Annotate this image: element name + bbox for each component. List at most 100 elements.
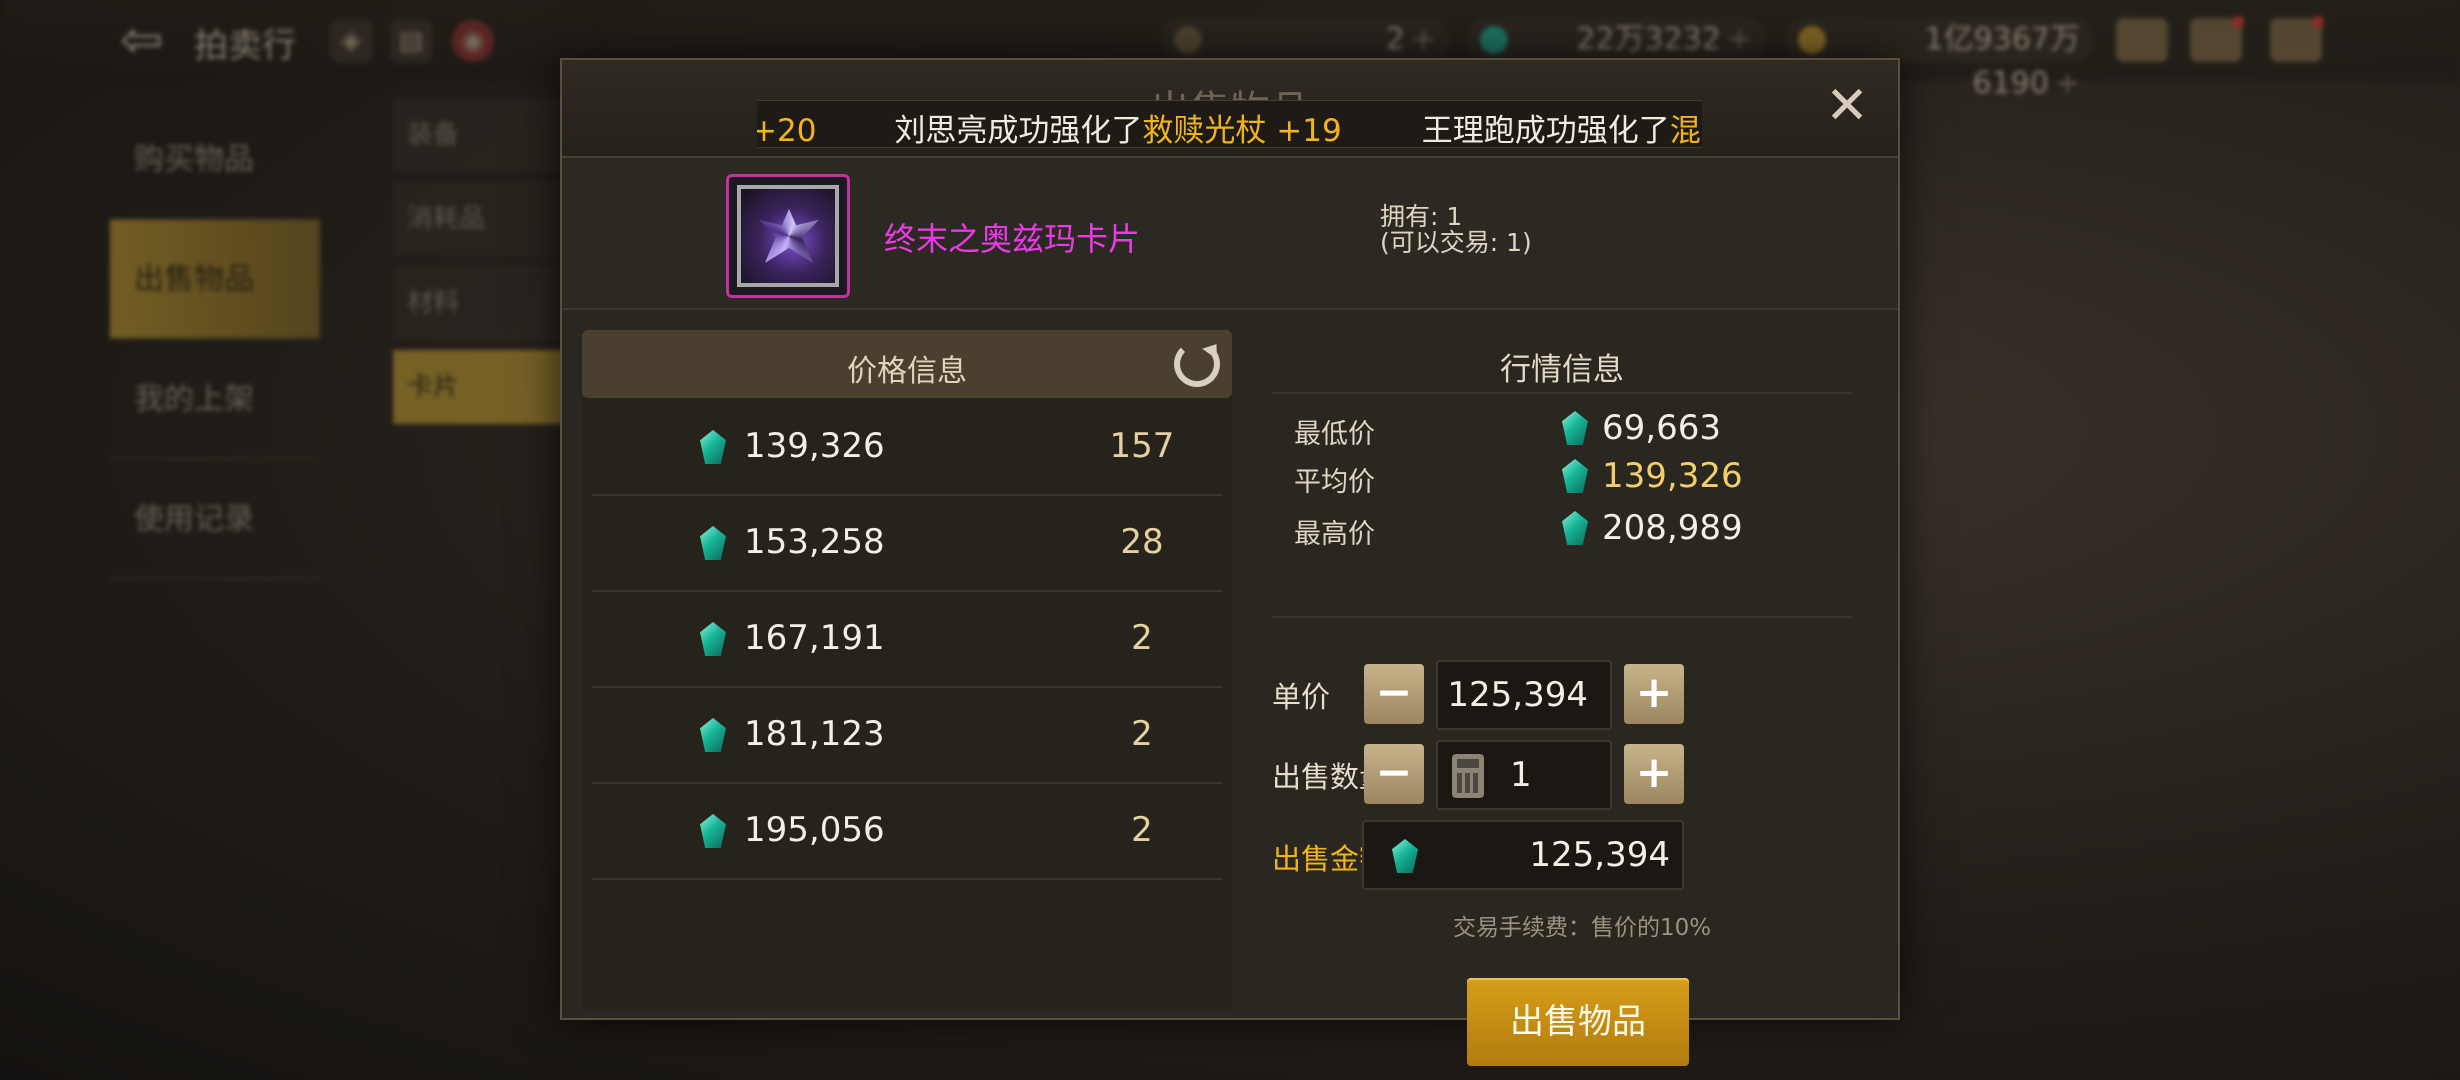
unit-price-increase-button[interactable]: + — [1624, 664, 1684, 724]
bag-icon[interactable] — [2116, 18, 2168, 62]
refresh-icon[interactable] — [1174, 341, 1220, 387]
badge-icon[interactable]: ◉ — [452, 20, 494, 62]
item-card-thumbnail[interactable] — [726, 174, 850, 298]
item-summary: 终末之奥兹玛卡片 拥有: 1 (可以交易: 1) — [562, 160, 1898, 310]
market-avg-label: 平均价 — [1294, 467, 1375, 498]
market-min-row: 最低价 69,663 — [1272, 404, 1852, 452]
market-avg-value: 139,326 — [1602, 456, 1743, 496]
listing-price: 167,191 — [744, 618, 885, 658]
currency-gold-plus[interactable]: + — [2055, 66, 2080, 101]
moon-coin-icon — [1174, 26, 1202, 54]
gem-icon — [700, 814, 726, 848]
ticker-msg1-text: 刘思亮成功强化了 — [894, 113, 1143, 148]
market-min-label: 最低价 — [1294, 419, 1375, 450]
currency-gem-plus[interactable]: + — [1727, 22, 1752, 57]
price-row[interactable]: 153,258 28 — [592, 496, 1222, 592]
ticker-msg2-item: 混沌 — [1669, 113, 1702, 148]
ticker-msg1-item: 救赎光杖 +19 — [1142, 113, 1342, 148]
dialog-header: 出售物品 +20刘思亮成功强化了救赎光杖 +19王理跑成功强化了混沌 ✕ — [562, 60, 1898, 158]
ticker-lead: +20 — [757, 113, 817, 148]
currency-gold[interactable]: 1亿9367万6190 + — [1784, 18, 2094, 101]
item-ownership: 拥有: 1 (可以交易: 1) — [1380, 204, 1532, 256]
price-row[interactable]: 181,123 2 — [592, 688, 1222, 784]
currency-moon-value: 2 — [1385, 22, 1405, 57]
sidebar-item-history[interactable]: 使用记录 — [110, 460, 320, 580]
listing-count: 2 — [1131, 810, 1153, 850]
listing-count: 157 — [1109, 426, 1175, 466]
unit-price-label: 单价 — [1272, 680, 1331, 714]
price-list: 139,326 157 153,258 28 167,191 2 181,123… — [592, 400, 1222, 880]
gem-icon — [700, 718, 726, 752]
listing-price: 139,326 — [744, 426, 885, 466]
sidebar: 购买物品 出售物品 我的上架 使用记录 — [110, 100, 320, 580]
ticker-text: +20 刘思亮成功强化了救赎光杖 +19 王理跑成功强化了混沌 — [757, 105, 1702, 148]
market-info-header: 行情信息 — [1272, 330, 1852, 394]
notification-dot — [2232, 16, 2244, 28]
close-icon[interactable]: ✕ — [1824, 80, 1870, 132]
broadcast-ticker: +20 刘思亮成功强化了救赎光杖 +19 王理跑成功强化了混沌 — [757, 100, 1702, 148]
calculator-icon[interactable] — [1452, 754, 1484, 798]
back-arrow-icon[interactable]: ⇦ — [120, 12, 176, 68]
total-amount-box: 125,394 — [1362, 820, 1684, 890]
ticker-msg2-text: 王理跑成功强化了 — [1421, 113, 1670, 148]
gold-coin-icon — [1798, 26, 1826, 54]
listing-count: 2 — [1131, 714, 1153, 754]
price-info-panel: 价格信息 139,326 157 153,258 28 167,191 2 18… — [582, 330, 1232, 1010]
listing-price: 181,123 — [744, 714, 885, 754]
unit-price-decrease-button[interactable]: − — [1364, 664, 1424, 724]
category-nav: 装备 消耗品 材料 卡片 — [393, 98, 573, 434]
notification-dot — [2312, 16, 2324, 28]
listing-price: 195,056 — [744, 810, 885, 850]
gem-icon — [1392, 839, 1418, 873]
gem-icon — [1562, 511, 1588, 545]
market-max-label: 最高价 — [1294, 519, 1375, 550]
sidebar-item-buy[interactable]: 购买物品 — [110, 100, 320, 220]
unit-price-input[interactable]: 125,394 — [1436, 660, 1612, 730]
listing-price: 153,258 — [744, 522, 885, 562]
currency-moon-plus[interactable]: + — [1411, 22, 1436, 57]
currency-gem[interactable]: 22万3232 + — [1466, 18, 1766, 62]
tradable-count: (可以交易: 1) — [1380, 228, 1532, 257]
unit-price-value: 125,394 — [1447, 675, 1588, 715]
gem-icon — [700, 430, 726, 464]
quantity-input[interactable]: 1 — [1436, 740, 1612, 810]
sell-item-button[interactable]: 出售物品 — [1467, 978, 1689, 1066]
item-name: 终末之奥兹玛卡片 — [884, 220, 1141, 258]
total-amount-value: 125,394 — [1529, 835, 1670, 875]
listing-count: 2 — [1131, 618, 1153, 658]
mail-icon[interactable] — [2190, 16, 2244, 62]
gem-icon — [1562, 411, 1588, 445]
price-row[interactable]: 195,056 2 — [592, 784, 1222, 880]
market-max-value: 208,989 — [1602, 508, 1743, 548]
sell-item-dialog: 出售物品 +20 刘思亮成功强化了救赎光杖 +19 王理跑成功强化了混沌 ✕ 终末之… — [560, 58, 1900, 1066]
listing-count: 28 — [1120, 522, 1164, 562]
quantity-value: 1 — [1510, 755, 1532, 795]
market-min-value: 69,663 — [1602, 408, 1721, 448]
category-equipment[interactable]: 装备 — [393, 98, 573, 172]
card-art-icon — [737, 185, 839, 287]
price-row[interactable]: 167,191 2 — [592, 592, 1222, 688]
document-icon[interactable]: ▤ — [390, 20, 432, 62]
owned-count: 拥有: 1 — [1380, 202, 1463, 231]
market-divider — [1272, 616, 1852, 618]
price-info-title: 价格信息 — [847, 354, 967, 389]
page-title: 拍卖行 — [194, 26, 296, 66]
category-materials[interactable]: 材料 — [393, 266, 573, 340]
category-cards[interactable]: 卡片 — [393, 350, 573, 424]
sidebar-item-my-listings[interactable]: 我的上架 — [110, 340, 320, 460]
quantity-decrease-button[interactable]: − — [1364, 744, 1424, 804]
price-row[interactable]: 139,326 157 — [592, 400, 1222, 496]
market-avg-row: 平均价 139,326 — [1272, 452, 1852, 500]
chat-icon[interactable] — [2270, 16, 2324, 62]
market-info-title: 行情信息 — [1500, 352, 1624, 388]
price-info-header: 价格信息 — [582, 330, 1232, 398]
gem-icon — [700, 622, 726, 656]
gem-icon — [1562, 459, 1588, 493]
currency-moon[interactable]: 2 + — [1160, 18, 1450, 62]
eye-icon[interactable]: ◈ — [330, 20, 372, 62]
category-consumables[interactable]: 消耗品 — [393, 182, 573, 256]
gem-icon — [1480, 26, 1508, 54]
sidebar-item-sell[interactable]: 出售物品 — [110, 220, 320, 340]
fee-note: 交易手续费：售价的10% — [1452, 915, 1712, 941]
quantity-increase-button[interactable]: + — [1624, 744, 1684, 804]
